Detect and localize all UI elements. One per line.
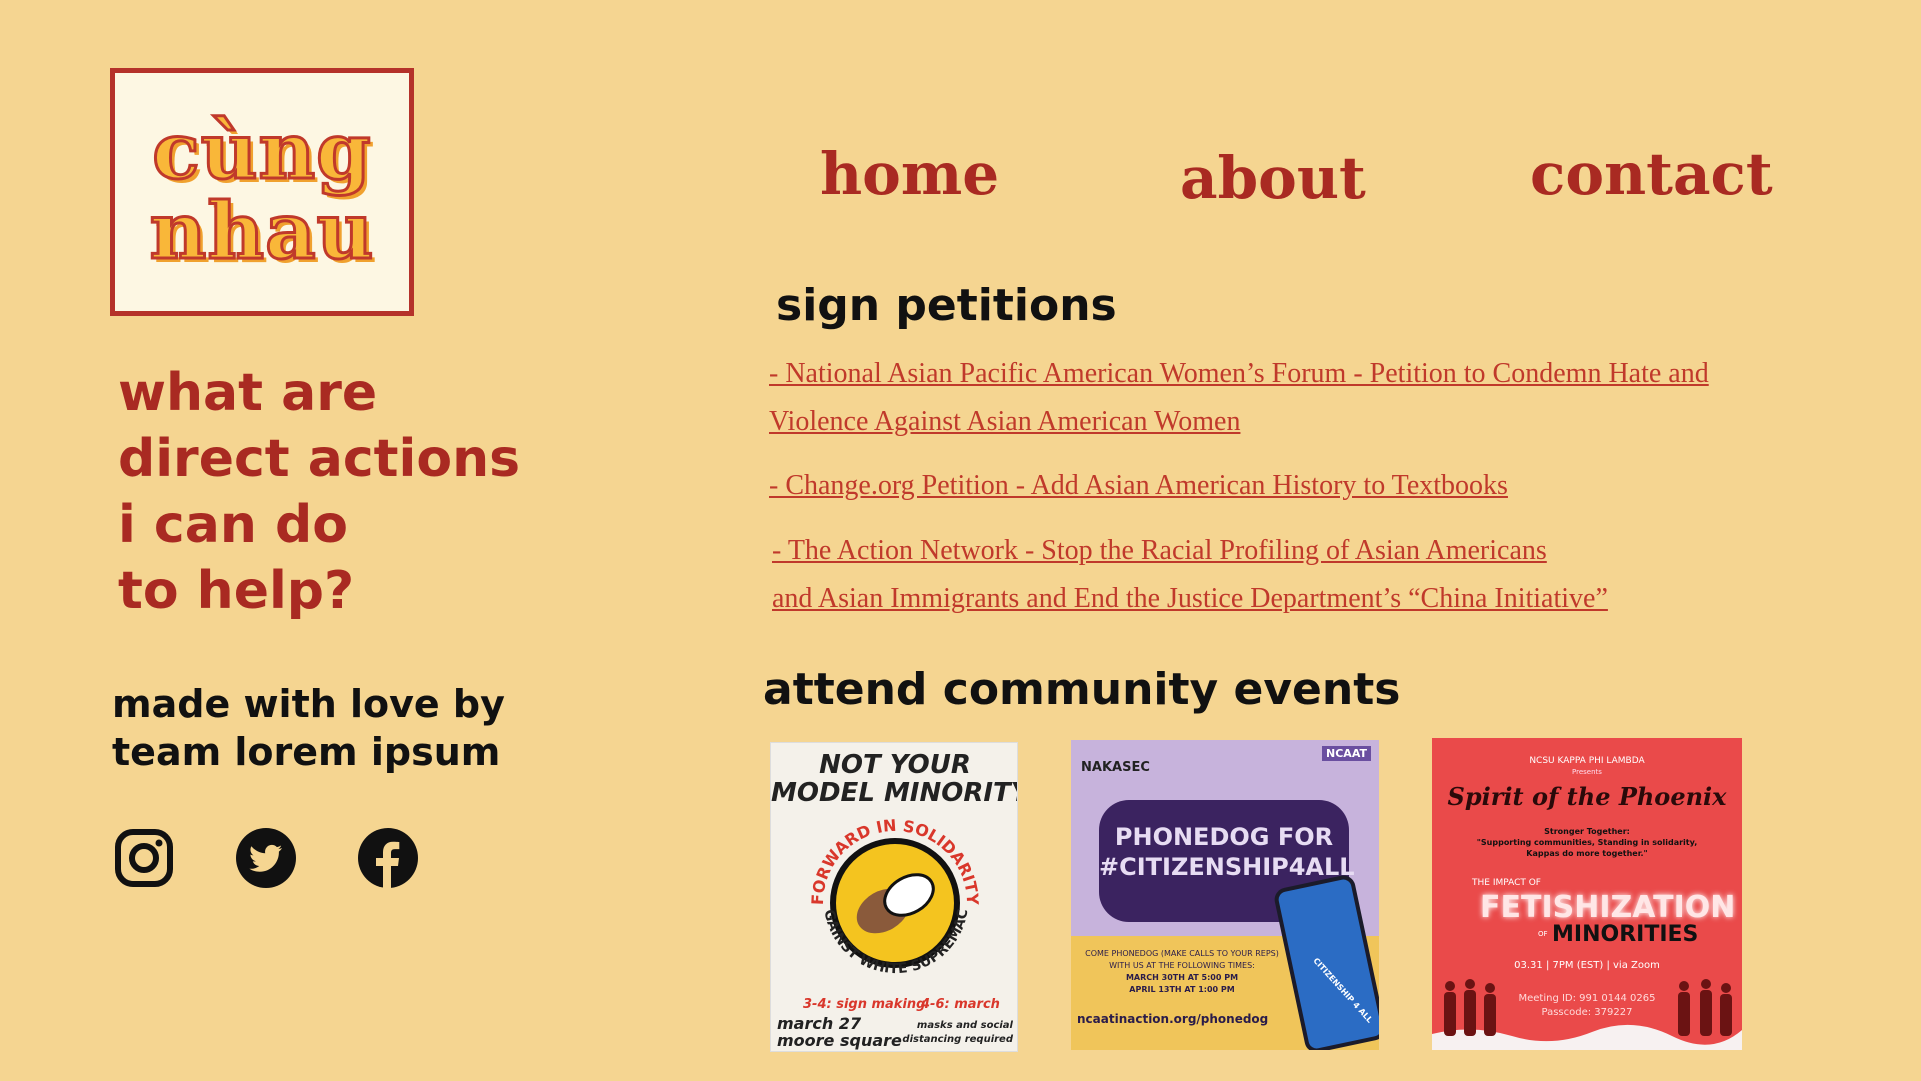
poster-date: march 27 (777, 1014, 862, 1033)
poster-place: moore square (777, 1031, 902, 1050)
poster-heading: NOT YOUR (819, 750, 971, 780)
poster-heading: #CITIZENSHIP4ALL (1099, 853, 1355, 881)
poster-sub: Kappas do more together." (1526, 849, 1648, 858)
instagram-icon[interactable] (114, 828, 174, 888)
credit-line-1: made with love by (112, 682, 505, 726)
poster-big-title: FETISHIZATION (1480, 890, 1736, 925)
petitions-heading: sign petitions (776, 280, 1117, 331)
poster-sub: "Supporting communities, Standing in sol… (1476, 838, 1698, 847)
facebook-icon[interactable] (358, 828, 418, 888)
petition-link-line: and Asian Immigrants and End the Justice… (772, 583, 1608, 614)
poster-org: NCSU KAPPA PHI LAMBDA (1529, 756, 1645, 766)
event-poster-phonedog[interactable]: NAKASEC NCAAT PHONEDOG FOR #CITIZENSHIP4… (1071, 740, 1379, 1050)
event-poster-spirit-of-phoenix[interactable]: NCSU KAPPA PHI LAMBDA Presents Spirit of… (1432, 738, 1742, 1050)
nav-contact[interactable]: contact (1530, 140, 1773, 208)
poster-schedule-1: 3-4: sign making (803, 997, 926, 1012)
petition-link[interactable]: - Change.org Petition - Add Asian Americ… (769, 462, 1508, 510)
poster-time: MARCH 30TH AT 5:00 PM (1125, 973, 1239, 982)
question-line: direct actions (118, 429, 521, 489)
question-line: i can do (118, 495, 348, 555)
event-poster-solidarity-march[interactable]: NOT YOUR MODEL MINORITY FORWARD IN SOLID… (770, 742, 1018, 1052)
poster-heading: MODEL MINORITY (771, 778, 1018, 808)
logo-line-2: nhau (148, 186, 375, 277)
poster-sub: Stronger Together: (1544, 827, 1630, 836)
events-heading: attend community events (763, 664, 1401, 715)
poster-badge: NCAAT (1322, 746, 1371, 761)
poster-minorities: MINORITIES (1552, 922, 1699, 947)
logo-line-1: cùng (151, 106, 372, 197)
poster-org: NAKASEC (1081, 760, 1150, 775)
poster-body: COME PHONEDOG (MAKE CALLS TO YOUR REPS) (1085, 949, 1279, 958)
petition-link-line: - The Action Network - Stop the Racial P… (772, 535, 1547, 566)
solidarity-emblem: FORWARD IN SOLIDARITY AGAINST WHITE SUPR… (805, 813, 982, 988)
poster-note: distancing required (902, 1034, 1013, 1045)
poster-heading: PHONEDOG FOR (1114, 823, 1334, 851)
phone-text: CITIZENSHIP 4 ALL (1311, 956, 1375, 1025)
poster-url: ncaatinaction.org/phonedog (1077, 1012, 1269, 1026)
petition-link-line: Violence Against Asian American Women (769, 406, 1241, 437)
poster-of: OF (1538, 930, 1548, 938)
petition-link[interactable]: - The Action Network - Stop the Racial P… (772, 527, 1608, 623)
social-links (114, 828, 418, 888)
poster-schedule-2: 4-6: march (921, 997, 1000, 1012)
page-question: what are direct actions i can do to help… (118, 360, 520, 624)
poster-body: WITH US AT THE FOLLOWING TIMES: (1109, 961, 1255, 970)
site-logo[interactable]: cùng nhau (110, 68, 414, 316)
question-line: what are (118, 363, 378, 423)
figures-illustration (1432, 979, 1742, 1050)
petition-link-line: - Change.org Petition - Add Asian Americ… (769, 470, 1508, 501)
poster-presents: Presents (1572, 768, 1602, 776)
credit-line-2: team lorem ipsum (112, 730, 501, 774)
credit-text: made with love by team lorem ipsum (112, 680, 505, 776)
poster-time: APRIL 13TH AT 1:00 PM (1129, 985, 1235, 994)
question-line: to help? (118, 561, 355, 621)
nav-about[interactable]: about (1180, 144, 1366, 212)
poster-impact: THE IMPACT OF (1472, 878, 1541, 888)
poster-note: masks and social (916, 1020, 1013, 1031)
twitter-icon[interactable] (236, 828, 296, 888)
poster-title: Spirit of the Phoenix (1447, 782, 1727, 811)
nav-home[interactable]: home (820, 140, 999, 208)
petition-link[interactable]: - National Asian Pacific American Women’… (769, 350, 1709, 446)
petition-link-line: - National Asian Pacific American Women’… (769, 358, 1709, 389)
